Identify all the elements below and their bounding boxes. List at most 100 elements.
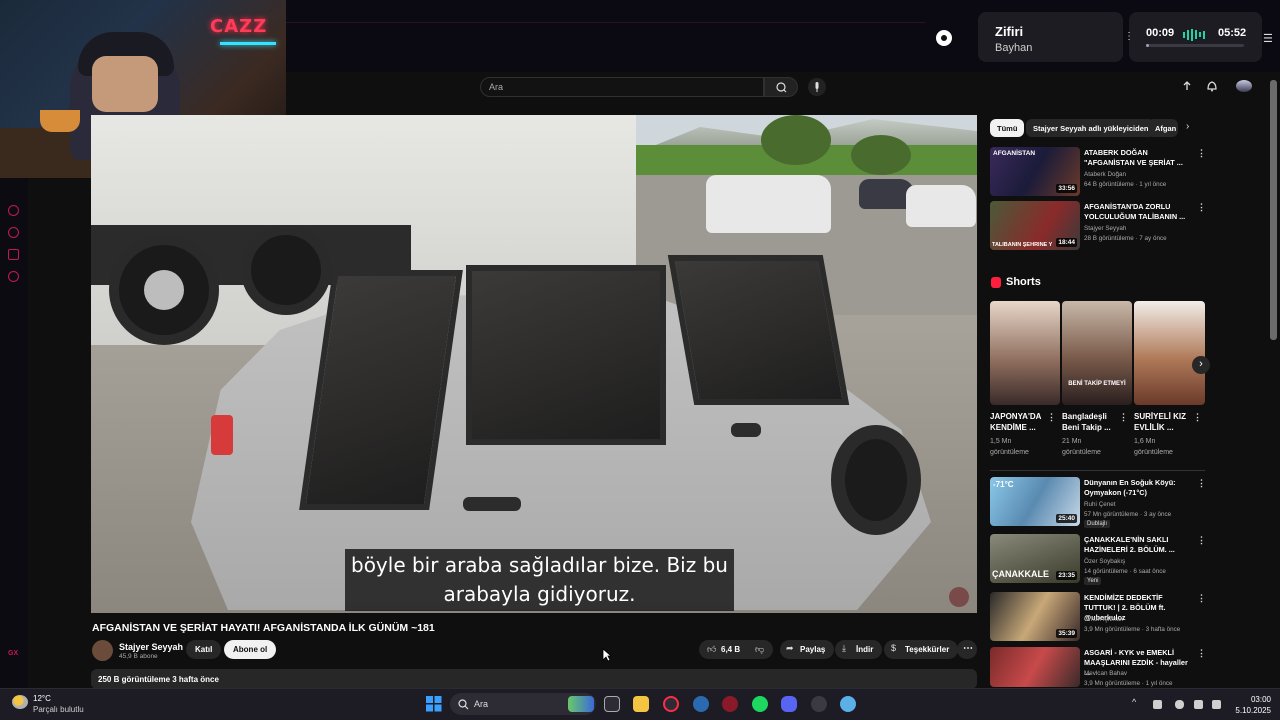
chevron-right-icon[interactable]: › [1186, 121, 1189, 132]
video-thumbnail[interactable]: AFGANİSTAN 33:56 [990, 147, 1080, 196]
dislike-icon[interactable]: 👎︎ [755, 644, 764, 655]
more-icon[interactable]: ⋮ [1197, 535, 1206, 546]
more-icon[interactable]: ⋮ [1047, 412, 1056, 423]
description-box[interactable]: 250 B görüntüleme 3 hafta önce [91, 669, 977, 689]
video-taillight [211, 415, 233, 455]
video-car-tire [831, 425, 921, 535]
opera-gx-icon[interactable] [663, 696, 679, 712]
related-video-meta: 57 Mn görüntüleme · 3 ay önce [1084, 511, 1172, 518]
discord-icon[interactable] [781, 696, 797, 712]
search-input[interactable]: Ara [480, 77, 764, 97]
channel-avatar[interactable] [92, 640, 113, 661]
search-button[interactable] [764, 77, 798, 97]
video-thumbnail[interactable]: TALİBANIN ŞEHRİNE YO 18:44 [990, 201, 1080, 250]
join-button[interactable]: Katıl [186, 640, 222, 659]
short-views-label: görüntüleme [1062, 449, 1101, 456]
more-icon[interactable]: ⋮ [1197, 648, 1206, 659]
video-thumbnail[interactable]: -71°C 25:40 [990, 477, 1080, 526]
video-door-handle [731, 423, 761, 437]
related-video-channel: Stajyer Seyyah [1084, 225, 1127, 232]
app-dark-icon[interactable] [811, 696, 827, 712]
more-icon[interactable]: ⋮ [1197, 148, 1206, 159]
weather-temperature[interactable]: 12°C [33, 694, 51, 703]
more-icon[interactable]: ⋮ [1119, 412, 1128, 423]
microphone-icon[interactable] [1175, 700, 1184, 709]
tray-app-icon[interactable] [1153, 700, 1162, 709]
related-video-channel: Mevlcan Bahav [1084, 670, 1128, 677]
short-title[interactable]: SURİYELİ KIZ EVLİLİK ... [1134, 411, 1192, 433]
search-icon [776, 82, 787, 93]
related-video-title[interactable]: ATABERK DOĞAN "AFGANİSTAN VE ŞERİAT ... [1084, 148, 1192, 168]
volume-icon[interactable] [1212, 700, 1221, 709]
short-thumbnail[interactable] [990, 301, 1060, 405]
task-view-icon[interactable] [604, 696, 620, 712]
video-thumbnail[interactable]: ÇANAKKALE 23:35 [990, 534, 1080, 583]
network-icon[interactable] [1194, 700, 1203, 709]
file-explorer-icon[interactable] [633, 696, 649, 712]
clock-time: 03:00 [1250, 695, 1271, 704]
more-actions-button[interactable]: ⋯ [957, 640, 977, 659]
more-icon[interactable]: ⋮ [1197, 593, 1206, 604]
short-thumbnail[interactable]: BENİ TAKİP ETMEYİ [1062, 301, 1132, 405]
thumbnail-text: ÇANAKKALE [992, 569, 1049, 579]
short-title[interactable]: Bangladeşli Beni Takip ... [1062, 411, 1120, 433]
related-video-channel: Özer Soybakış [1084, 558, 1126, 565]
taskbar-clock[interactable]: 03:00 5.10.2025 [1233, 694, 1271, 716]
neon-bar [220, 42, 276, 45]
video-car-window [667, 255, 850, 405]
dubbed-badge: Dublajlı [1084, 520, 1111, 528]
app-blue-icon[interactable] [840, 696, 856, 712]
related-video-title[interactable]: ÇANAKKALE'NİN SAKLI HAZİNELERİ 2. BÖLÜM.… [1084, 535, 1192, 555]
rail-clock-icon[interactable] [8, 227, 19, 238]
video-silver-car [906, 185, 976, 227]
video-truck-wheel [241, 225, 331, 315]
video-title: AFGANİSTAN VE ŞERİAT HAYATI! AFGANİSTAND… [92, 622, 435, 634]
page-scrollbar[interactable] [1270, 80, 1277, 340]
app-red-icon[interactable] [722, 696, 738, 712]
neon-sign: CAZZ [210, 16, 268, 37]
video-tree [761, 115, 831, 165]
share-label: Paylaş [800, 645, 826, 654]
windows-start-icon[interactable] [426, 696, 442, 712]
mic-button[interactable] [808, 78, 826, 96]
related-video-title[interactable]: AFGANİSTAN'DA ZORLU YOLCULUĞUM TALİBANIN… [1084, 202, 1192, 222]
more-icon[interactable]: ⋮ [1193, 412, 1202, 423]
play-pause-button[interactable] [936, 30, 952, 46]
related-video-title[interactable]: Dünyanın En Soğuk Köyü: Oymyakon (-71°C) [1084, 478, 1192, 498]
more-icon[interactable]: ⋮ [1197, 478, 1206, 489]
download-icon: ⤓ [842, 643, 846, 653]
subscribe-button[interactable]: Abone ol [224, 640, 277, 659]
channel-name[interactable]: Stajyer Seyyah [119, 642, 183, 652]
shorts-next-button[interactable]: › [1192, 356, 1210, 374]
more-icon[interactable]: ⋮ [1124, 31, 1134, 42]
short-title[interactable]: JAPONYA'DA KENDİME ... [990, 411, 1048, 433]
like-icon: 👍︎ [707, 644, 717, 654]
video-thumbnail[interactable] [990, 647, 1080, 687]
rail-settings-icon[interactable] [8, 271, 19, 282]
taskbar-widget-icon[interactable] [568, 696, 594, 712]
channel-watermark[interactable] [949, 587, 969, 607]
bell-icon[interactable] [1205, 79, 1219, 93]
music-progress-track[interactable] [1146, 44, 1244, 47]
steam-icon[interactable] [693, 696, 709, 712]
chevron-up-icon[interactable]: ^ [1132, 697, 1136, 707]
short-views: 1,5 Mn [990, 438, 1012, 445]
art-coffee-cup [40, 110, 80, 132]
music-progress-fill [1146, 44, 1149, 47]
video-player[interactable] [91, 115, 977, 613]
chip-afgan[interactable]: Afgan [1148, 119, 1178, 137]
weather-description[interactable]: Parçalı bulutlu [33, 705, 84, 714]
rail-cube-icon[interactable] [8, 249, 19, 260]
upload-icon[interactable] [1180, 79, 1194, 93]
menu-icon[interactable]: ☰ [1263, 32, 1273, 45]
spotify-icon[interactable] [752, 696, 768, 712]
more-icon[interactable]: ⋮ [1197, 202, 1206, 213]
duration-badge: 25:40 [1056, 514, 1077, 523]
chip-uploader[interactable]: Stajyer Seyyah adlı yükleyiciden [1026, 119, 1156, 137]
video-thumbnail[interactable]: 35:39 [990, 592, 1080, 641]
rail-record-icon[interactable] [8, 205, 19, 216]
short-thumbnail[interactable] [1134, 301, 1205, 405]
avatar[interactable] [1236, 80, 1252, 92]
mouse-cursor-icon [602, 648, 611, 662]
chip-all[interactable]: Tümü [990, 119, 1025, 137]
